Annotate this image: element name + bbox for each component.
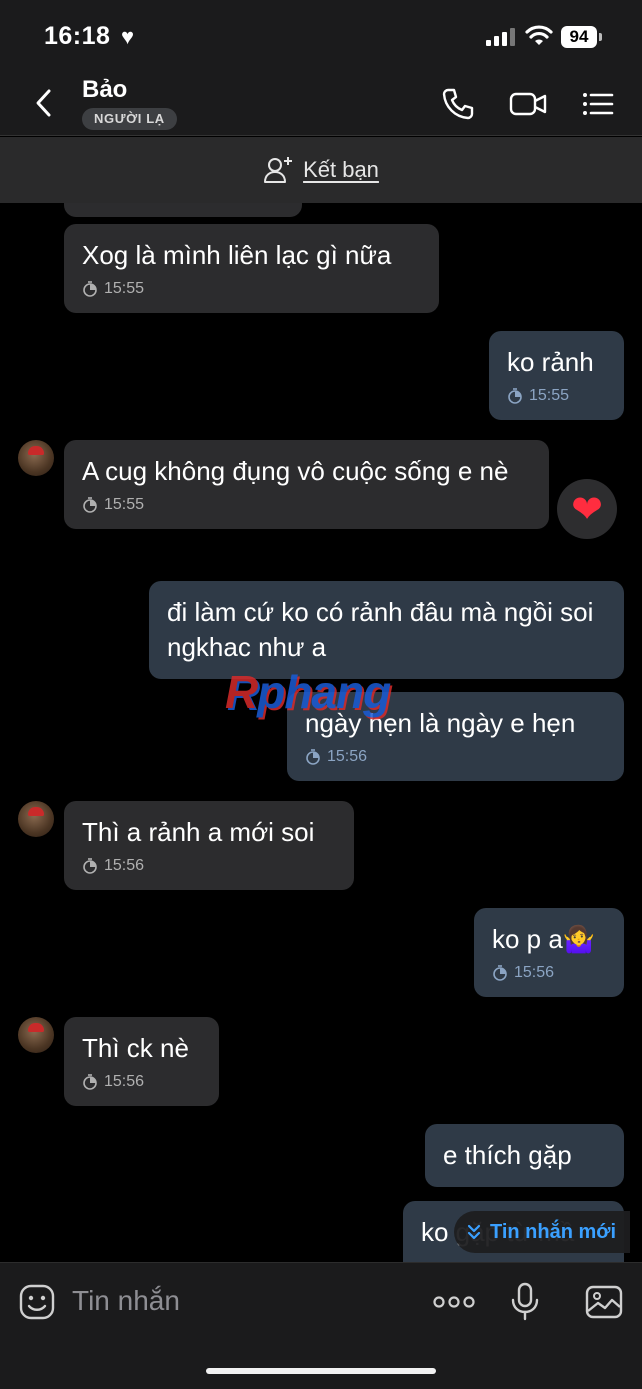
more-options-icon[interactable] (432, 1285, 476, 1319)
status-bar: 16:18 ♥ 94 (0, 0, 642, 72)
new-message-button[interactable]: Tin nhắn mới (454, 1211, 631, 1253)
contact-name[interactable]: Bảo (82, 76, 127, 104)
back-arrow-icon[interactable] (28, 86, 62, 120)
message-timestamp: 15:56 (82, 856, 336, 876)
message-list[interactable]: Xog là mình liên lạc gì nữa 15:55 ko rản… (0, 203, 642, 1262)
message-text: đi làm cứ ko có rảnh đâu mà ngồi soi ngk… (167, 597, 594, 662)
timer-icon (83, 281, 97, 297)
message-text: A cug không đụng vô cuộc sống e nè (82, 456, 509, 486)
message-timestamp: 15:55 (82, 279, 421, 299)
message-timestamp: 15:55 (82, 495, 531, 515)
message-bubble-incoming[interactable]: Xog là mình liên lạc gì nữa 15:55 (64, 224, 439, 313)
cellular-signal-icon (486, 28, 515, 46)
message-bubble-outgoing[interactable]: ko rảnh 15:55 (489, 331, 624, 420)
new-message-label: Tin nhắn mới (490, 1220, 617, 1243)
wifi-icon (525, 25, 553, 45)
message-timestamp: 15:56 (305, 747, 606, 767)
photo-gallery-icon[interactable] (584, 1283, 624, 1321)
message-text: ko rảnh (507, 347, 594, 377)
timer-icon (493, 965, 507, 981)
timer-icon (83, 1074, 97, 1090)
message-text: e thích gặp (443, 1140, 572, 1170)
stranger-badge: NGƯỜI LẠ (82, 108, 177, 130)
message-timestamp: 15:56 (82, 1072, 201, 1092)
timer-icon (83, 497, 97, 513)
message-input[interactable]: Tin nhắn (72, 1285, 180, 1317)
microphone-icon[interactable] (508, 1281, 542, 1321)
battery-indicator: 94 (561, 26, 602, 48)
message-bubble-partial (64, 203, 302, 217)
message-timestamp: 15:56 (492, 963, 606, 983)
double-chevron-down-icon (467, 1224, 481, 1240)
message-text: Thì ck nè (82, 1033, 189, 1063)
message-bubble-outgoing[interactable]: ko p a🤷‍♀️ 15:56 (474, 908, 624, 997)
chat-header: Bảo NGƯỜI LẠ (0, 72, 642, 136)
timer-icon (83, 858, 97, 874)
avatar[interactable] (18, 1017, 54, 1053)
avatar[interactable] (18, 801, 54, 837)
heart-icon: ♥ (121, 24, 135, 49)
message-timestamp: 15:55 (507, 386, 606, 406)
timer-icon (508, 388, 522, 404)
heart-reaction-icon[interactable]: ❤ (557, 479, 617, 539)
menu-list-icon[interactable] (580, 86, 616, 122)
avatar[interactable] (18, 440, 54, 476)
message-text: ko p a🤷‍♀️ (492, 924, 596, 954)
watermark-logo: Rphang (225, 666, 391, 718)
status-time: 16:18 (44, 22, 111, 50)
add-friend-label[interactable]: Kết bạn (303, 157, 379, 183)
home-indicator[interactable] (206, 1368, 436, 1374)
message-text: Thì a rảnh a mới soi (82, 817, 315, 847)
message-bubble-incoming[interactable]: Thì ck nè 15:56 (64, 1017, 219, 1106)
message-text: Xog là mình liên lạc gì nữa (82, 240, 392, 270)
timer-icon (306, 749, 320, 765)
add-friend-bar[interactable]: Kết bạn (0, 137, 642, 203)
message-bubble-outgoing[interactable]: e thích gặp (425, 1124, 624, 1187)
sticker-icon[interactable] (18, 1283, 56, 1321)
video-call-icon[interactable] (508, 86, 548, 122)
add-friend-icon (264, 157, 293, 183)
message-bubble-incoming[interactable]: A cug không đụng vô cuộc sống e nè 15:55 (64, 440, 549, 529)
message-bubble-incoming[interactable]: Thì a rảnh a mới soi 15:56 (64, 801, 354, 890)
phone-icon[interactable] (440, 86, 476, 122)
